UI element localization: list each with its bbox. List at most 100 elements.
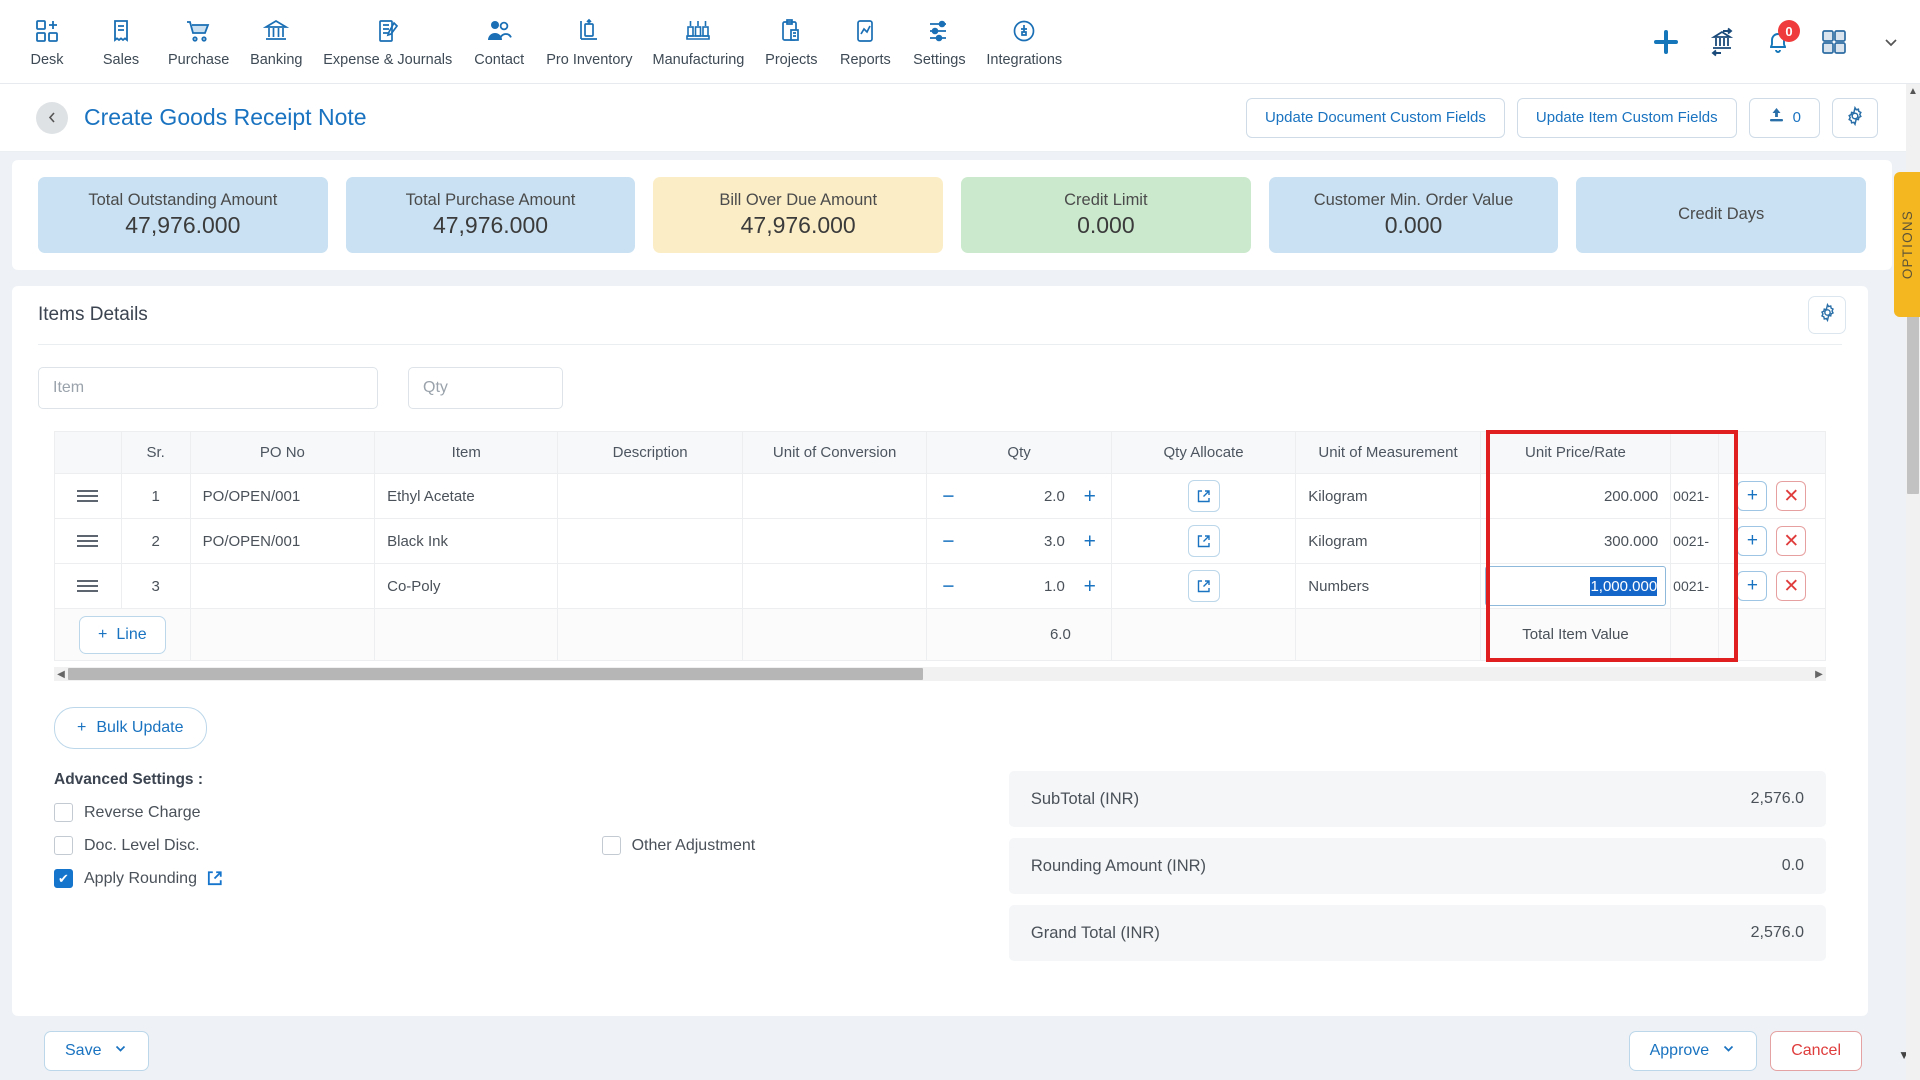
add-row-button[interactable]: + [1737,571,1768,601]
external-link-icon[interactable] [206,870,223,887]
nav-item-reports[interactable]: Reports [828,12,902,72]
nav-item-contact[interactable]: Contact [462,12,536,72]
chevron-down-icon[interactable] [1862,0,1920,84]
table-horizontal-scrollbar[interactable]: ◀ ▶ [54,667,1826,681]
qty-decrement-button[interactable]: − [939,531,957,552]
nav-item-banking[interactable]: Banking [239,12,313,72]
scroll-right-arrow[interactable]: ▶ [1812,669,1826,680]
options-side-tab[interactable]: OPTIONS [1894,172,1920,317]
add-row-button[interactable]: + [1737,526,1768,556]
cell-description[interactable] [557,473,743,519]
cell-po-no[interactable] [189,563,376,609]
attachment-button[interactable]: 0 [1748,97,1820,138]
qty-decrement-button[interactable]: − [939,486,957,507]
add-new-button[interactable] [1638,14,1694,70]
nav-item-desk[interactable]: Desk [10,12,84,72]
bank-transfer-icon[interactable] [1694,14,1750,70]
cell-unit-of-conversion[interactable] [741,518,928,564]
cell-description[interactable] [557,563,743,609]
nav-item-purchase[interactable]: Purchase [158,12,239,72]
bulk-update-button[interactable]: + Bulk Update [54,707,207,749]
card-value: 47,976.000 [125,212,241,238]
qty-value[interactable]: 3.0 [957,533,1080,550]
cell-unit-of-conversion[interactable] [741,473,928,519]
doc-level-disc-checkbox[interactable] [54,836,73,855]
qty-allocate-button[interactable] [1187,525,1220,557]
notification-badge: 0 [1778,20,1800,42]
qty-filter-input[interactable]: Qty [408,367,563,409]
back-button[interactable] [36,101,68,134]
cell-item[interactable]: Black Ink [374,518,559,564]
header-settings-button[interactable] [1832,97,1878,138]
qty-value[interactable]: 2.0 [957,488,1080,505]
item-filter-input[interactable]: Item [38,367,378,409]
cell-unit-of-conversion[interactable] [741,563,928,609]
th-po-no: PO No [189,431,376,474]
row-drag-handle[interactable] [54,518,122,564]
delete-row-button[interactable]: ✕ [1776,481,1807,511]
nav-item-pro-inventory[interactable]: Pro Inventory [536,12,642,72]
qty-allocate-button[interactable] [1187,570,1220,602]
qty-allocate-button[interactable] [1187,480,1220,512]
apply-rounding-checkbox[interactable] [54,869,73,888]
card-label: Customer Min. Order Value [1313,191,1514,209]
delete-row-button[interactable]: ✕ [1776,571,1807,601]
scroll-left-arrow[interactable]: ◀ [54,669,68,680]
other-adjustment-checkbox[interactable] [601,836,621,855]
footer-cell-actions [1717,608,1827,661]
qty-increment-button[interactable]: + [1081,531,1099,552]
approve-label: Approve [1649,1042,1710,1059]
cell-po-no[interactable]: PO/OPEN/001 [189,473,376,519]
card-label: Total Purchase Amount [405,191,576,209]
cell-unit-price[interactable]: 300.000 [1479,518,1672,564]
cell-item[interactable]: Ethyl Acetate [374,473,559,519]
cell-item[interactable]: Co-Poly [374,563,559,609]
qty-decrement-button[interactable]: − [939,576,957,597]
cell-po-no[interactable]: PO/OPEN/001 [189,518,376,564]
nav-item-manufacturing[interactable]: Manufacturing [642,12,754,72]
cancel-label: Cancel [1791,1042,1841,1059]
add-row-button[interactable]: + [1737,481,1768,511]
partial-value: 0021- [1673,487,1709,504]
cell-qty: − 3.0 + [926,518,1112,564]
cell-unit-of-measurement[interactable]: Numbers [1295,563,1481,609]
notifications-button[interactable]: 0 [1750,14,1806,70]
apps-grid-button[interactable] [1806,14,1862,70]
row-drag-handle[interactable] [54,473,122,519]
nav-item-integrations[interactable]: Integrations [976,12,1072,72]
qty-value[interactable]: 1.0 [957,578,1080,595]
cancel-button[interactable]: Cancel [1770,1031,1862,1071]
cart-icon [185,16,212,46]
partial-value: 0021- [1673,577,1709,594]
scroll-track[interactable] [68,668,1812,680]
delete-row-button[interactable]: ✕ [1776,526,1807,556]
qty-increment-button[interactable]: + [1081,486,1099,507]
qty-increment-button[interactable]: + [1081,576,1099,597]
journal-icon [375,16,401,46]
nav-item-projects[interactable]: Projects [754,12,828,72]
cell-description[interactable] [557,518,743,564]
cell-unit-price[interactable]: 200.000 [1479,473,1672,519]
th-qty: Qty [926,431,1112,474]
row-drag-handle[interactable] [54,563,122,609]
nav-item-expense-journals[interactable]: Expense & Journals [313,12,462,72]
cell-unit-of-measurement[interactable]: Kilogram [1295,473,1481,519]
rounding-amount-label: Rounding Amount (INR) [1030,856,1207,875]
unit-price-input[interactable]: 1,000.000 [1484,566,1667,606]
scroll-up-arrow[interactable]: ▲ [1908,86,1918,97]
cell-unit-of-measurement[interactable]: Kilogram [1295,518,1481,564]
options-tab-label: OPTIONS [1899,209,1915,280]
cell-qty-allocate [1110,518,1297,564]
th-unit-price-rate: Unit Price/Rate [1479,431,1672,474]
scroll-thumb[interactable] [68,668,923,680]
nav-item-settings[interactable]: Settings [902,12,976,72]
nav-item-sales[interactable]: Sales [84,12,158,72]
update-item-custom-fields-button[interactable]: Update Item Custom Fields [1516,97,1737,138]
unit-price-selected-value: 1,000.000 [1590,576,1658,596]
approve-button[interactable]: Approve [1628,1031,1758,1071]
reverse-charge-checkbox[interactable] [54,803,73,822]
items-settings-button[interactable] [1808,296,1846,334]
update-document-custom-fields-button[interactable]: Update Document Custom Fields [1245,97,1505,138]
add-line-button[interactable]: + Line [79,615,166,654]
save-button[interactable]: Save [44,1031,150,1071]
